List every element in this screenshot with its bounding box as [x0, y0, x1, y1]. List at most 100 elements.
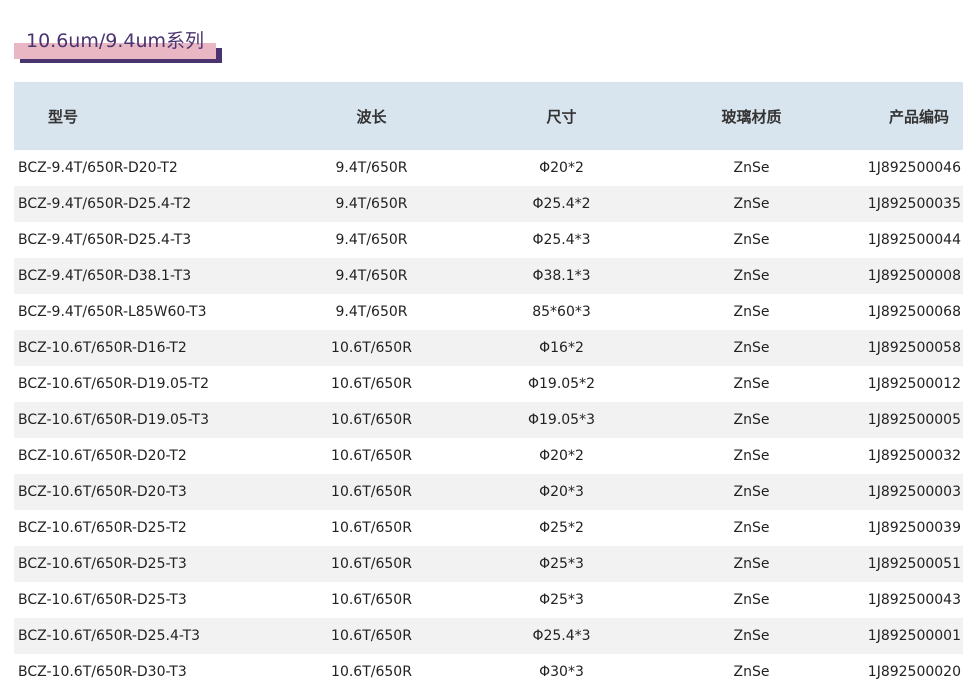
- table-row: BCZ-9.4T/650R-D20-T2 9.4T/650R Φ20*2 ZnSe 1J…: [14, 150, 963, 186]
- table-row: BCZ-10.6T/650R-D16-T2 10.6T/650R Φ16*2 ZnSe…: [14, 330, 963, 366]
- table-body: BCZ-9.4T/650R-D20-T2 9.4T/650R Φ20*2 ZnSe 1J…: [14, 150, 963, 687]
- cell-wavelength: 9.4T/650R: [335, 304, 408, 320]
- cell-model: BCZ-10.6T/650R-D25-T3: [18, 592, 187, 608]
- cell-wavelength: 10.6T/650R: [331, 556, 412, 572]
- cell-wavelength: 9.4T/650R: [335, 160, 408, 176]
- section-heading: 10.6um/9.4um系列: [14, 28, 222, 64]
- cell-material: ZnSe: [733, 664, 770, 680]
- cell-material: ZnSe: [733, 160, 770, 176]
- table-row: BCZ-10.6T/650R-D19.05-T3 10.6T/650R Φ19.05…: [14, 402, 963, 438]
- table-row: BCZ-10.6T/650R-D19.05-T2 10.6T/650R Φ19.05…: [14, 366, 963, 402]
- table-row: BCZ-10.6T/650R-D25-T3 10.6T/650R Φ25*3 ZnSe…: [14, 546, 963, 582]
- table-row: BCZ-10.6T/650R-D20-T3 10.6T/650R Φ20*3 ZnSe…: [14, 474, 963, 510]
- cell-product-code: 1J892500046: [867, 160, 961, 176]
- cell-model: BCZ-10.6T/650R-D25-T3: [18, 556, 187, 572]
- table-row: BCZ-9.4T/650R-L85W60-T3 9.4T/650R 85*60*3 Z…: [14, 294, 963, 330]
- cell-size: Φ25*3: [539, 592, 584, 608]
- cell-model: BCZ-10.6T/650R-D25.4-T3: [18, 628, 201, 644]
- table-row: BCZ-9.4T/650R-D25.4-T3 9.4T/650R Φ25.4*3 Zn…: [14, 222, 963, 258]
- cell-size: Φ25*3: [539, 556, 584, 572]
- cell-model: BCZ-9.4T/650R-D38.1-T3: [18, 268, 192, 284]
- cell-wavelength: 10.6T/650R: [331, 592, 412, 608]
- cell-material: ZnSe: [733, 268, 770, 284]
- cell-product-code: 1J892500003: [867, 484, 961, 500]
- cell-material: ZnSe: [733, 520, 770, 536]
- header-size: 尺寸: [546, 107, 577, 126]
- cell-model: BCZ-10.6T/650R-D30-T3: [18, 664, 187, 680]
- cell-model: BCZ-10.6T/650R-D16-T2: [18, 340, 187, 356]
- cell-product-code: 1J892500001: [867, 628, 961, 644]
- cell-wavelength: 10.6T/650R: [331, 484, 412, 500]
- cell-model: BCZ-9.4T/650R-D25.4-T2: [18, 196, 192, 212]
- cell-size: Φ20*3: [539, 484, 584, 500]
- cell-material: ZnSe: [733, 412, 770, 428]
- header-model: 型号: [48, 107, 79, 126]
- cell-size: Φ30*3: [539, 664, 584, 680]
- cell-model: BCZ-10.6T/650R-D19.05-T2: [18, 376, 209, 392]
- section-title: 10.6um/9.4um系列: [26, 30, 205, 52]
- cell-material: ZnSe: [733, 556, 770, 572]
- header-wavelength: 波长: [356, 107, 387, 126]
- cell-wavelength: 9.4T/650R: [335, 196, 408, 212]
- table-row: BCZ-10.6T/650R-D25-T2 10.6T/650R Φ25*2 ZnSe…: [14, 510, 963, 546]
- cell-model: BCZ-10.6T/650R-D20-T3: [18, 484, 187, 500]
- cell-model: BCZ-9.4T/650R-D25.4-T3: [18, 232, 192, 248]
- cell-size: Φ20*2: [539, 448, 584, 464]
- cell-material: ZnSe: [733, 376, 770, 392]
- cell-size: Φ25.4*3: [532, 628, 591, 644]
- table-row: BCZ-10.6T/650R-D30-T3 10.6T/650R Φ30*3 ZnSe…: [14, 654, 963, 687]
- cell-product-code: 1J892500068: [867, 304, 961, 320]
- cell-size: Φ19.05*2: [527, 376, 595, 392]
- cell-wavelength: 10.6T/650R: [331, 340, 412, 356]
- cell-product-code: 1J892500051: [867, 556, 961, 572]
- cell-size: Φ25.4*3: [532, 232, 591, 248]
- cell-wavelength: 10.6T/650R: [331, 376, 412, 392]
- cell-product-code: 1J892500005: [867, 412, 961, 428]
- cell-model: BCZ-10.6T/650R-D20-T2: [18, 448, 187, 464]
- cell-size: Φ25*2: [539, 520, 584, 536]
- cell-product-code: 1J892500008: [867, 268, 961, 284]
- cell-wavelength: 9.4T/650R: [335, 268, 408, 284]
- cell-material: ZnSe: [733, 304, 770, 320]
- cell-material: ZnSe: [733, 340, 770, 356]
- cell-wavelength: 10.6T/650R: [331, 664, 412, 680]
- cell-product-code: 1J892500035: [867, 196, 961, 212]
- cell-wavelength: 9.4T/650R: [335, 232, 408, 248]
- product-table: 型号 波长 尺寸 玻璃材质 产品编码 BCZ-9.4T/650R-D20-T2 9…: [14, 82, 963, 687]
- cell-material: ZnSe: [733, 628, 770, 644]
- cell-size: Φ16*2: [539, 340, 584, 356]
- cell-size: 85*60*3: [532, 304, 591, 320]
- table-row: BCZ-10.6T/650R-D20-T2 10.6T/650R Φ20*2 ZnSe…: [14, 438, 963, 474]
- table-row: BCZ-9.4T/650R-D25.4-T2 9.4T/650R Φ25.4*2 Zn…: [14, 186, 963, 222]
- table-row: BCZ-9.4T/650R-D38.1-T3 9.4T/650R Φ38.1*3 Zn…: [14, 258, 963, 294]
- cell-material: ZnSe: [733, 484, 770, 500]
- cell-material: ZnSe: [733, 232, 770, 248]
- cell-wavelength: 10.6T/650R: [331, 628, 412, 644]
- header-material: 玻璃材质: [721, 107, 782, 126]
- cell-material: ZnSe: [733, 448, 770, 464]
- cell-wavelength: 10.6T/650R: [331, 412, 412, 428]
- cell-size: Φ38.1*3: [532, 268, 591, 284]
- cell-product-code: 1J892500044: [867, 232, 961, 248]
- cell-size: Φ20*2: [539, 160, 584, 176]
- cell-material: ZnSe: [733, 592, 770, 608]
- cell-model: BCZ-10.6T/650R-D25-T2: [18, 520, 187, 536]
- cell-size: Φ19.05*3: [527, 412, 595, 428]
- cell-wavelength: 10.6T/650R: [331, 448, 412, 464]
- cell-product-code: 1J892500012: [867, 376, 961, 392]
- cell-product-code: 1J892500020: [867, 664, 961, 680]
- cell-model: BCZ-9.4T/650R-D20-T2: [18, 160, 178, 176]
- cell-wavelength: 10.6T/650R: [331, 520, 412, 536]
- table-row: BCZ-10.6T/650R-D25-T3 10.6T/650R Φ25*3 ZnSe…: [14, 582, 963, 618]
- table-row: BCZ-10.6T/650R-D25.4-T3 10.6T/650R Φ25.4*3…: [14, 618, 963, 654]
- cell-product-code: 1J892500058: [867, 340, 961, 356]
- cell-model: BCZ-10.6T/650R-D19.05-T3: [18, 412, 209, 428]
- cell-material: ZnSe: [733, 196, 770, 212]
- page: 10.6um/9.4um系列 型号 波长 尺寸 玻璃材质 产品编码 BCZ-9.…: [0, 0, 975, 687]
- cell-size: Φ25.4*2: [532, 196, 591, 212]
- cell-product-code: 1J892500032: [867, 448, 961, 464]
- table-header: 型号 波长 尺寸 玻璃材质 产品编码: [14, 82, 963, 150]
- cell-model: BCZ-9.4T/650R-L85W60-T3: [18, 304, 207, 320]
- header-product-code: 产品编码: [888, 107, 949, 126]
- cell-product-code: 1J892500043: [867, 592, 961, 608]
